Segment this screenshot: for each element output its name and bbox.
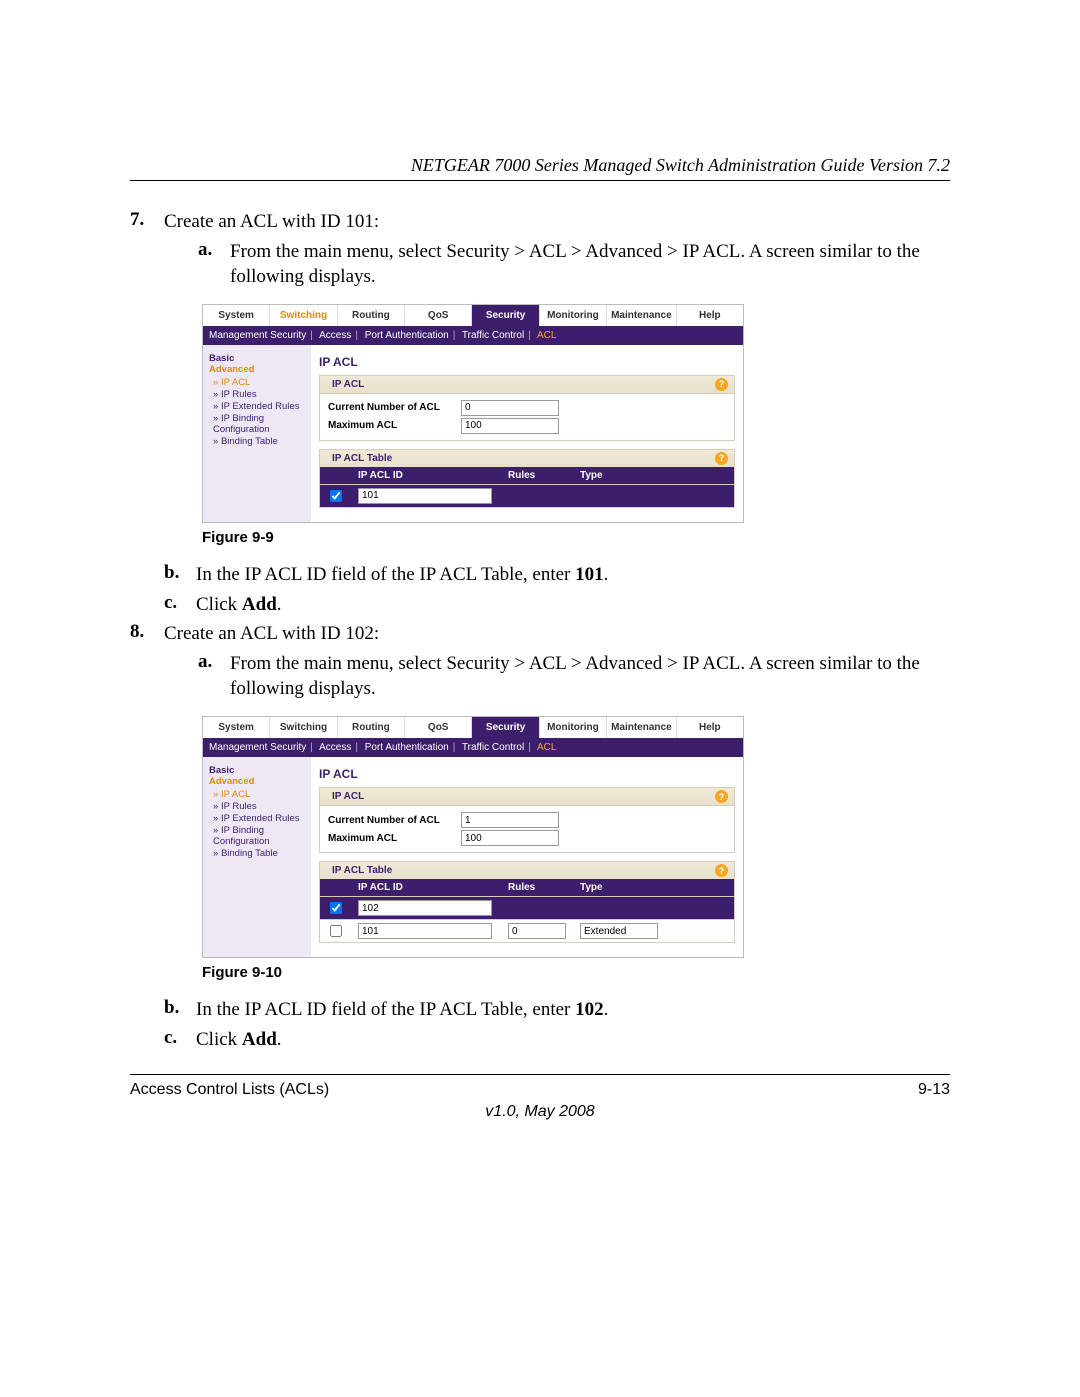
- figure-9-10-screenshot: System Switching Routing QoS Security Mo…: [202, 716, 744, 958]
- step-7a-text: From the main menu, select Security > AC…: [230, 239, 950, 290]
- sidebar-group-advanced[interactable]: Advanced: [209, 364, 305, 375]
- figure-9-9-caption: Figure 9-9: [202, 529, 950, 546]
- col-ipaclid: IP ACL ID: [352, 467, 502, 484]
- sidebar-item-ipacl[interactable]: IP ACL: [213, 377, 305, 388]
- main-title: IP ACL: [319, 767, 735, 781]
- main-title: IP ACL: [319, 355, 735, 369]
- input-ipaclid[interactable]: [358, 488, 492, 504]
- panel-ipacl-title: IP ACL: [332, 379, 364, 390]
- sidebar-item-iprules[interactable]: IP Rules: [213, 389, 305, 400]
- step-7-text: Create an ACL with ID 101:: [164, 209, 950, 235]
- tab-monitoring[interactable]: Monitoring: [540, 305, 607, 326]
- help-icon[interactable]: ?: [715, 864, 728, 877]
- step-7c-text: Click Add.: [196, 592, 282, 618]
- footer-version: v1.0, May 2008: [130, 1103, 950, 1121]
- step-8b-marker: b.: [164, 997, 186, 1023]
- label-current-acl: Current Number of ACL: [328, 815, 453, 826]
- subtab-access[interactable]: Access: [319, 330, 351, 341]
- panel-table-title: IP ACL Table: [332, 453, 392, 464]
- subtab-acl[interactable]: ACL: [537, 330, 556, 341]
- input-current-acl[interactable]: [461, 812, 559, 828]
- subtab-tc[interactable]: Traffic Control: [462, 742, 524, 753]
- sidebar-item-ipbind[interactable]: IP Binding Configuration: [213, 413, 305, 435]
- subtab-pa[interactable]: Port Authentication: [365, 742, 449, 753]
- subtab-tc[interactable]: Traffic Control: [462, 330, 524, 341]
- tab-help[interactable]: Help: [677, 305, 743, 326]
- subtab-pa[interactable]: Port Authentication: [365, 330, 449, 341]
- panel-ipacl-title: IP ACL: [332, 791, 364, 802]
- row-checkbox[interactable]: [330, 490, 342, 502]
- tab-qos[interactable]: QoS: [405, 717, 472, 738]
- step-8b-text: In the IP ACL ID field of the IP ACL Tab…: [196, 997, 608, 1023]
- step-8-marker: 8.: [130, 621, 154, 706]
- tab-help[interactable]: Help: [677, 717, 743, 738]
- sidebar-group-basic[interactable]: Basic: [209, 353, 305, 364]
- label-current-acl: Current Number of ACL: [328, 402, 453, 413]
- tab-monitoring[interactable]: Monitoring: [540, 717, 607, 738]
- tab-security[interactable]: Security: [472, 717, 539, 738]
- step-8a-text: From the main menu, select Security > AC…: [230, 651, 950, 702]
- step-7b-text: In the IP ACL ID field of the IP ACL Tab…: [196, 562, 608, 588]
- row-checkbox[interactable]: [330, 925, 342, 937]
- sidebar-item-ipext[interactable]: IP Extended Rules: [213, 813, 305, 824]
- col-type: Type: [574, 879, 734, 896]
- header-rule: [130, 180, 950, 181]
- row-ipaclid[interactable]: [358, 923, 492, 939]
- step-8a-marker: a.: [198, 651, 220, 702]
- figure-9-10-caption: Figure 9-10: [202, 964, 950, 981]
- sidebar-item-iprules[interactable]: IP Rules: [213, 801, 305, 812]
- subtab-ms[interactable]: Management Security: [209, 742, 306, 753]
- page-header: NETGEAR 7000 Series Managed Switch Admin…: [130, 155, 950, 176]
- tab-security[interactable]: Security: [472, 305, 539, 326]
- tab-qos[interactable]: QoS: [405, 305, 472, 326]
- subtab-ms[interactable]: Management Security: [209, 330, 306, 341]
- row-type[interactable]: [580, 923, 658, 939]
- tab-maintenance[interactable]: Maintenance: [607, 717, 677, 738]
- input-max-acl[interactable]: [461, 830, 559, 846]
- tab-system[interactable]: System: [203, 305, 270, 326]
- step-8-text: Create an ACL with ID 102:: [164, 621, 950, 647]
- figure-9-9-screenshot: System Switching Routing QoS Security Mo…: [202, 304, 744, 523]
- col-ipaclid: IP ACL ID: [352, 879, 502, 896]
- help-icon[interactable]: ?: [715, 378, 728, 391]
- subtab-acl[interactable]: ACL: [537, 742, 556, 753]
- label-max-acl: Maximum ACL: [328, 420, 453, 431]
- input-ipaclid[interactable]: [358, 900, 492, 916]
- col-rules: Rules: [502, 467, 574, 484]
- col-type: Type: [574, 467, 734, 484]
- tab-routing[interactable]: Routing: [338, 717, 405, 738]
- sidebar-item-ipacl[interactable]: IP ACL: [213, 789, 305, 800]
- subtab-access[interactable]: Access: [319, 742, 351, 753]
- tab-maintenance[interactable]: Maintenance: [607, 305, 677, 326]
- step-8c-marker: c.: [164, 1027, 186, 1053]
- sidebar-group-basic[interactable]: Basic: [209, 765, 305, 776]
- tab-switching[interactable]: Switching: [270, 717, 337, 738]
- input-max-acl[interactable]: [461, 418, 559, 434]
- label-max-acl: Maximum ACL: [328, 833, 453, 844]
- sidebar-item-bt[interactable]: Binding Table: [213, 848, 305, 859]
- tab-routing[interactable]: Routing: [338, 305, 405, 326]
- footer-left: Access Control Lists (ACLs): [130, 1081, 329, 1099]
- footer-right: 9-13: [918, 1081, 950, 1099]
- sidebar-item-ipext[interactable]: IP Extended Rules: [213, 401, 305, 412]
- sidebar-item-bt[interactable]: Binding Table: [213, 436, 305, 447]
- footer-rule: [130, 1074, 950, 1075]
- step-7-marker: 7.: [130, 209, 154, 294]
- tab-switching[interactable]: Switching: [270, 305, 337, 326]
- sidebar-item-ipbind[interactable]: IP Binding Configuration: [213, 825, 305, 847]
- step-7c-marker: c.: [164, 592, 186, 618]
- col-rules: Rules: [502, 879, 574, 896]
- input-current-acl[interactable]: [461, 400, 559, 416]
- tab-system[interactable]: System: [203, 717, 270, 738]
- help-icon[interactable]: ?: [715, 790, 728, 803]
- sidebar-group-advanced[interactable]: Advanced: [209, 776, 305, 787]
- step-8c-text: Click Add.: [196, 1027, 282, 1053]
- help-icon[interactable]: ?: [715, 452, 728, 465]
- step-7b-marker: b.: [164, 562, 186, 588]
- panel-table-title: IP ACL Table: [332, 865, 392, 876]
- row-rules[interactable]: [508, 923, 566, 939]
- row-checkbox[interactable]: [330, 902, 342, 914]
- step-7a-marker: a.: [198, 239, 220, 290]
